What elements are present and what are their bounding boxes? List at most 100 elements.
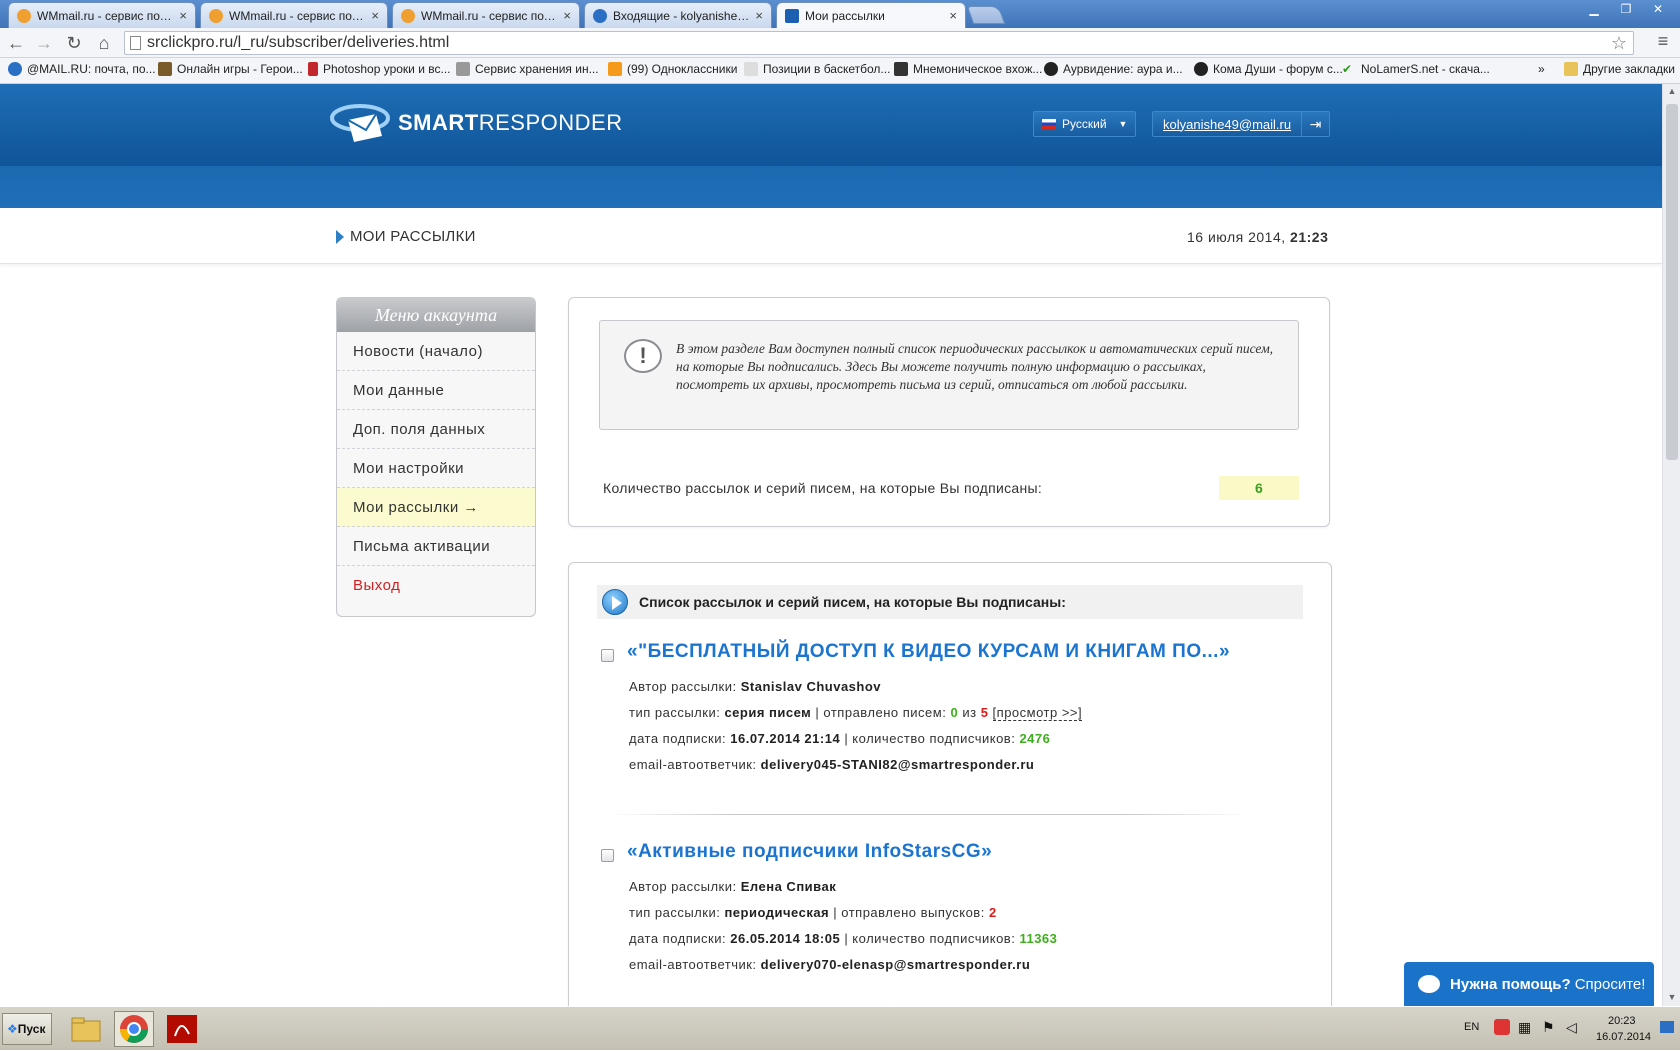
- view-letters-link[interactable]: [просмотр >>]: [992, 705, 1083, 721]
- file-explorer-icon[interactable]: [66, 1011, 106, 1047]
- network-icon[interactable]: ▦: [1518, 1019, 1531, 1036]
- bookmark-item[interactable]: @MAIL.RU: почта, по...: [8, 62, 156, 76]
- site-logo[interactable]: SMARTRESPONDER: [330, 100, 623, 146]
- folder-icon: [1564, 62, 1578, 76]
- tab-close-icon[interactable]: ×: [371, 8, 379, 23]
- page-viewport: SMARTRESPONDER Русский ▼ kolyanishe49@ma…: [0, 84, 1662, 1006]
- show-desktop-icon[interactable]: [1660, 1021, 1674, 1033]
- tab-close-icon[interactable]: ×: [755, 8, 763, 23]
- bookmark-star-icon[interactable]: ☆: [1611, 32, 1627, 54]
- chevron-down-icon: ▼: [1118, 119, 1128, 129]
- wikipedia-icon: [744, 62, 758, 76]
- sidebar-item-extra-fields[interactable]: Доп. поля данных: [337, 410, 535, 449]
- sidebar-item-my-deliveries[interactable]: Мои рассылки →: [337, 488, 535, 527]
- os-taskbar: ❖Пуск EN ▦ ⚑ ◁ 20:23 16.07.2014: [0, 1006, 1680, 1050]
- delivery-type: тип рассылки: периодическая | отправлено…: [629, 905, 997, 920]
- sidebar-item-settings[interactable]: Мои настройки: [337, 449, 535, 488]
- language-indicator[interactable]: EN: [1464, 1021, 1479, 1033]
- bookmark-item[interactable]: Мнемоническое вхож...: [894, 62, 1042, 76]
- chat-bubble-icon: [1418, 975, 1440, 993]
- browser-tab-active[interactable]: Мои рассылки ×: [776, 2, 966, 28]
- tray-time[interactable]: 20:23: [1608, 1015, 1636, 1027]
- smartresponder-favicon-icon: [785, 8, 799, 23]
- delivery-email: email-автоответчик: delivery070-elenasp@…: [629, 957, 1031, 972]
- bookmark-item[interactable]: Позиции в баскетбол...: [744, 62, 890, 76]
- restore-icon[interactable]: ❐: [1610, 0, 1642, 20]
- bookmark-item[interactable]: Онлайн игры - Герои...: [158, 62, 303, 76]
- scroll-up-arrow-icon[interactable]: ▲: [1663, 86, 1680, 96]
- bookmark-item[interactable]: Сервис хранения ин...: [456, 62, 599, 76]
- language-selector[interactable]: Русский ▼: [1033, 111, 1137, 137]
- tab-close-icon[interactable]: ×: [949, 8, 957, 23]
- delivery-author: Автор рассылки: Stanislav Chuvashov: [629, 679, 882, 694]
- sidebar-item-activation-letters[interactable]: Письма активации: [337, 527, 535, 566]
- page-title: МОИ РАССЫЛКИ: [350, 228, 476, 245]
- forward-arrow-icon[interactable]: →: [32, 32, 56, 54]
- home-icon[interactable]: ⌂: [92, 32, 116, 54]
- breadcrumb: МОИ РАССЫЛКИ: [336, 228, 476, 245]
- chrome-icon[interactable]: [114, 1011, 154, 1047]
- scroll-down-arrow-icon[interactable]: ▼: [1663, 992, 1680, 1002]
- browser-tab[interactable]: WMmail.ru - сервис почтово ×: [8, 2, 196, 28]
- tray-date[interactable]: 16.07.2014: [1596, 1031, 1651, 1043]
- delivery-type: тип рассылки: серия писем | отправлено п…: [629, 705, 1083, 721]
- bookmark-item[interactable]: Кома Души - форум с...: [1194, 62, 1343, 76]
- new-tab-button[interactable]: [966, 6, 1006, 24]
- reload-icon[interactable]: ↻: [62, 32, 86, 54]
- tab-close-icon[interactable]: ×: [179, 8, 187, 23]
- exclamation-icon: !: [624, 339, 662, 373]
- delivery-checkbox[interactable]: [601, 649, 614, 662]
- subscription-count-value: 6: [1219, 476, 1299, 500]
- delivery-checkbox[interactable]: [601, 849, 614, 862]
- browser-tab[interactable]: Входящие - kolyanishe49@n ×: [584, 2, 772, 28]
- logout-icon[interactable]: ⇥: [1301, 112, 1329, 136]
- browser-tabbar: WMmail.ru - сервис почтово × WMmail.ru -…: [0, 0, 1680, 28]
- browser-menu-icon[interactable]: ≡: [1652, 31, 1674, 55]
- bookmark-item[interactable]: (99) Одноклассники: [608, 62, 737, 76]
- help-chat-button[interactable]: Нужна помощь? Спросите!: [1404, 962, 1654, 1006]
- bookmark-item[interactable]: Аурвидение: аура и...: [1044, 62, 1183, 76]
- subscription-count-label: Количество рассылок и серий писем, на ко…: [603, 480, 1043, 496]
- storage-icon: [456, 62, 470, 76]
- wmmail-favicon-icon: [17, 8, 31, 23]
- sidebar-item-logout[interactable]: Выход: [337, 566, 535, 605]
- wmmail-favicon-icon: [401, 8, 415, 23]
- delivery-author: Автор рассылки: Елена Спивак: [629, 879, 837, 894]
- delivery-title-link[interactable]: «Активные подписчики InfoStarsCG»: [627, 841, 992, 863]
- divider: [609, 814, 1249, 815]
- russia-flag-icon: [1042, 119, 1056, 129]
- wmmail-favicon-icon: [209, 8, 223, 23]
- back-arrow-icon[interactable]: ←: [4, 32, 28, 54]
- other-bookmarks-folder[interactable]: Другие закладки: [1564, 62, 1675, 76]
- window-close-icon[interactable]: ✕: [1642, 0, 1674, 20]
- scrollbar-thumb[interactable]: [1666, 104, 1678, 460]
- antivirus-icon[interactable]: [1494, 1019, 1510, 1035]
- tab-close-icon[interactable]: ×: [563, 8, 571, 23]
- sidebar-item-news[interactable]: Новости (начало): [337, 332, 535, 371]
- current-datetime: 16 июля 2014, 21:23: [1187, 229, 1329, 245]
- bookmark-item[interactable]: Photoshop уроки и вс...: [308, 62, 451, 76]
- account-menu-title: Меню аккаунта: [337, 298, 535, 332]
- page-scrollbar[interactable]: ▲ ▼: [1662, 84, 1680, 1006]
- volume-icon[interactable]: ◁: [1566, 1019, 1577, 1036]
- sidebar-item-my-data[interactable]: Мои данные: [337, 371, 535, 410]
- bookmark-item[interactable]: ✔ NoLamerS.net - скача...: [1342, 62, 1490, 76]
- address-bar[interactable]: srclickpro.ru/l_ru/subscriber/deliveries…: [124, 31, 1634, 55]
- skull-icon: [1044, 62, 1058, 76]
- notice-box: ! В этом разделе Вам доступен полный спи…: [599, 320, 1299, 430]
- delivery-title-link[interactable]: «"БЕСПЛАТНЫЙ ДОСТУП К ВИДЕО КУРСАМ И КНИ…: [627, 641, 1230, 663]
- header-band: [0, 166, 1662, 208]
- user-email-link[interactable]: kolyanishe49@mail.ru: [1153, 117, 1301, 132]
- start-button[interactable]: ❖Пуск: [2, 1013, 52, 1045]
- pdf-reader-icon[interactable]: [162, 1011, 202, 1047]
- minimize-icon[interactable]: ▁: [1578, 0, 1610, 20]
- browser-tab[interactable]: WMmail.ru - сервис почтово ×: [392, 2, 580, 28]
- flag-icon[interactable]: ⚑: [1542, 1019, 1555, 1036]
- photoshop-icon: [308, 62, 318, 76]
- bookmarks-bar: @MAIL.RU: почта, по... Онлайн игры - Гер…: [0, 58, 1680, 84]
- browser-tab[interactable]: WMmail.ru - сервис почтово ×: [200, 2, 388, 28]
- list-heading: Список рассылок и серий писем, на которы…: [597, 585, 1303, 619]
- bookmarks-overflow-button[interactable]: »: [1538, 62, 1545, 76]
- deliveries-list-panel: Список рассылок и серий писем, на которы…: [568, 562, 1332, 1006]
- breadcrumb-bar: МОИ РАССЫЛКИ 16 июля 2014, 21:23: [0, 208, 1662, 264]
